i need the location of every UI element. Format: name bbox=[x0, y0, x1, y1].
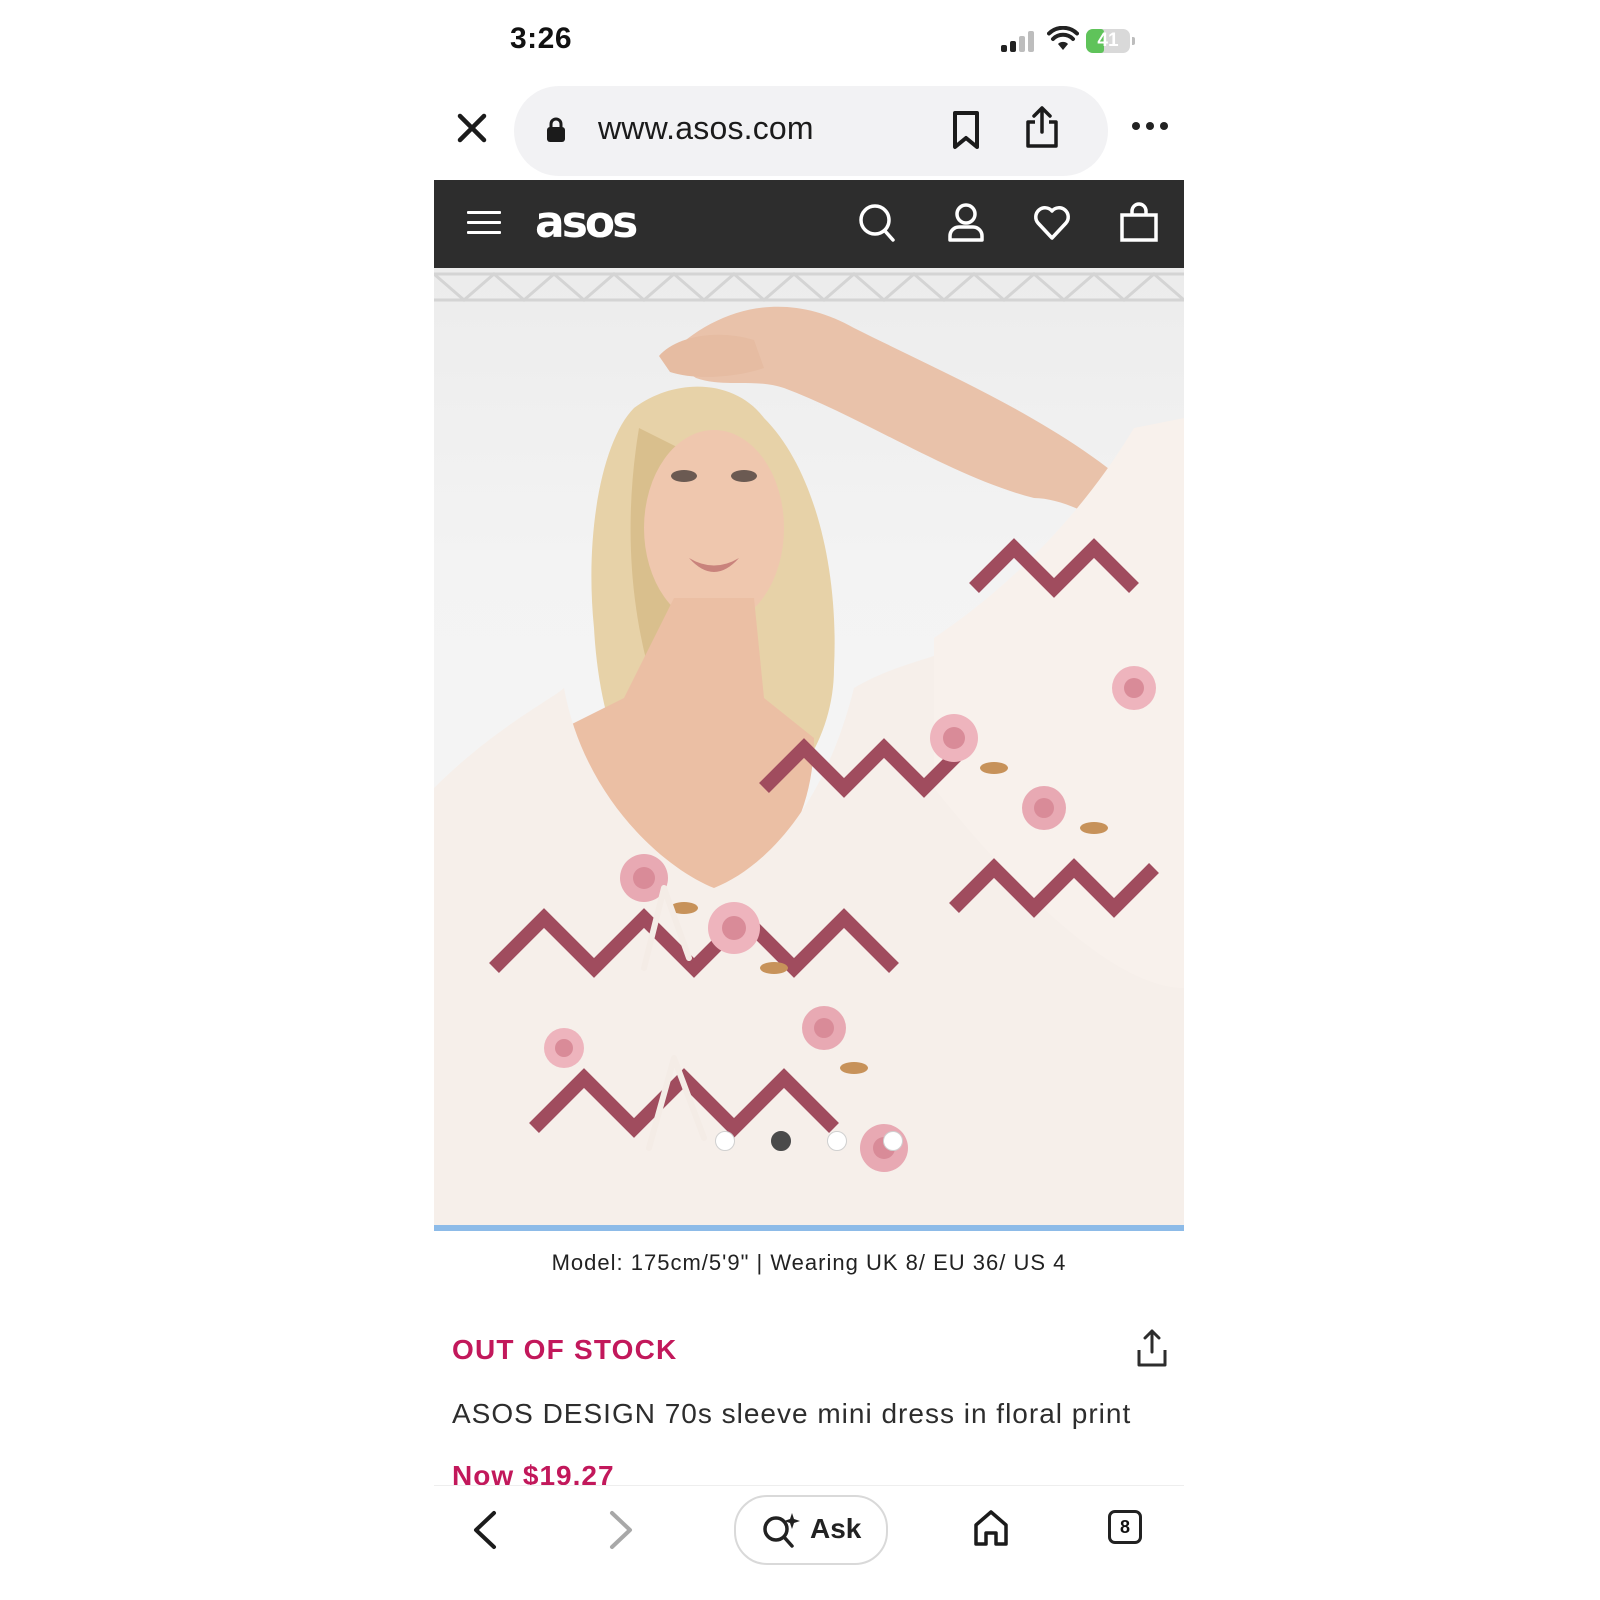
cell-signal-icon bbox=[1001, 30, 1037, 52]
battery-level: 41 bbox=[1097, 30, 1119, 51]
ask-button[interactable]: Ask bbox=[734, 1495, 888, 1565]
product-price: Now $19.27 bbox=[452, 1460, 615, 1485]
bag-icon[interactable] bbox=[1119, 202, 1159, 244]
product-photo bbox=[434, 272, 1184, 1225]
tabs-icon[interactable]: 8 bbox=[1108, 1510, 1142, 1544]
url-text: www.asos.com bbox=[598, 110, 814, 146]
phone-screen: 3:26 41 www.asos.com asos Model: 175cm/5… bbox=[434, 0, 1184, 1600]
browser-toolbar: Ask 8 bbox=[434, 1485, 1184, 1600]
battery-indicator: 41 bbox=[1086, 29, 1135, 53]
share-icon[interactable] bbox=[1136, 1328, 1168, 1368]
carousel-dot[interactable] bbox=[883, 1131, 903, 1151]
account-icon[interactable] bbox=[946, 202, 986, 244]
image-carousel-dots bbox=[715, 1131, 905, 1153]
menu-icon[interactable] bbox=[467, 209, 501, 237]
stock-status: OUT OF STOCK bbox=[452, 1334, 678, 1365]
site-header: asos bbox=[434, 180, 1184, 268]
ask-label: Ask bbox=[810, 1513, 862, 1544]
site-logo[interactable]: asos bbox=[535, 197, 638, 248]
carousel-dot[interactable] bbox=[715, 1131, 735, 1151]
back-icon[interactable] bbox=[470, 1510, 500, 1550]
image-scroll-indicator bbox=[434, 1225, 1184, 1231]
close-icon[interactable] bbox=[452, 108, 492, 148]
lock-icon bbox=[547, 117, 565, 142]
share-icon[interactable] bbox=[1024, 104, 1060, 150]
heart-icon[interactable] bbox=[1032, 202, 1072, 244]
bookmark-icon[interactable] bbox=[950, 110, 982, 150]
search-icon[interactable] bbox=[857, 202, 897, 244]
product-title: ASOS DESIGN 70s sleeve mini dress in flo… bbox=[452, 1398, 1132, 1429]
model-info: Model: 175cm/5'9" | Wearing UK 8/ EU 36/… bbox=[551, 1250, 1067, 1275]
carousel-dot[interactable] bbox=[827, 1131, 847, 1151]
carousel-dot-active[interactable] bbox=[771, 1131, 791, 1151]
more-icon[interactable] bbox=[1130, 119, 1170, 133]
wifi-icon bbox=[1047, 26, 1079, 50]
home-icon[interactable] bbox=[972, 1508, 1010, 1548]
ask-search-icon bbox=[763, 1513, 800, 1548]
address-bar[interactable]: www.asos.com bbox=[514, 86, 1108, 176]
status-time: 3:26 bbox=[510, 22, 573, 55]
product-image[interactable] bbox=[434, 268, 1184, 1225]
forward-icon[interactable] bbox=[606, 1510, 636, 1550]
